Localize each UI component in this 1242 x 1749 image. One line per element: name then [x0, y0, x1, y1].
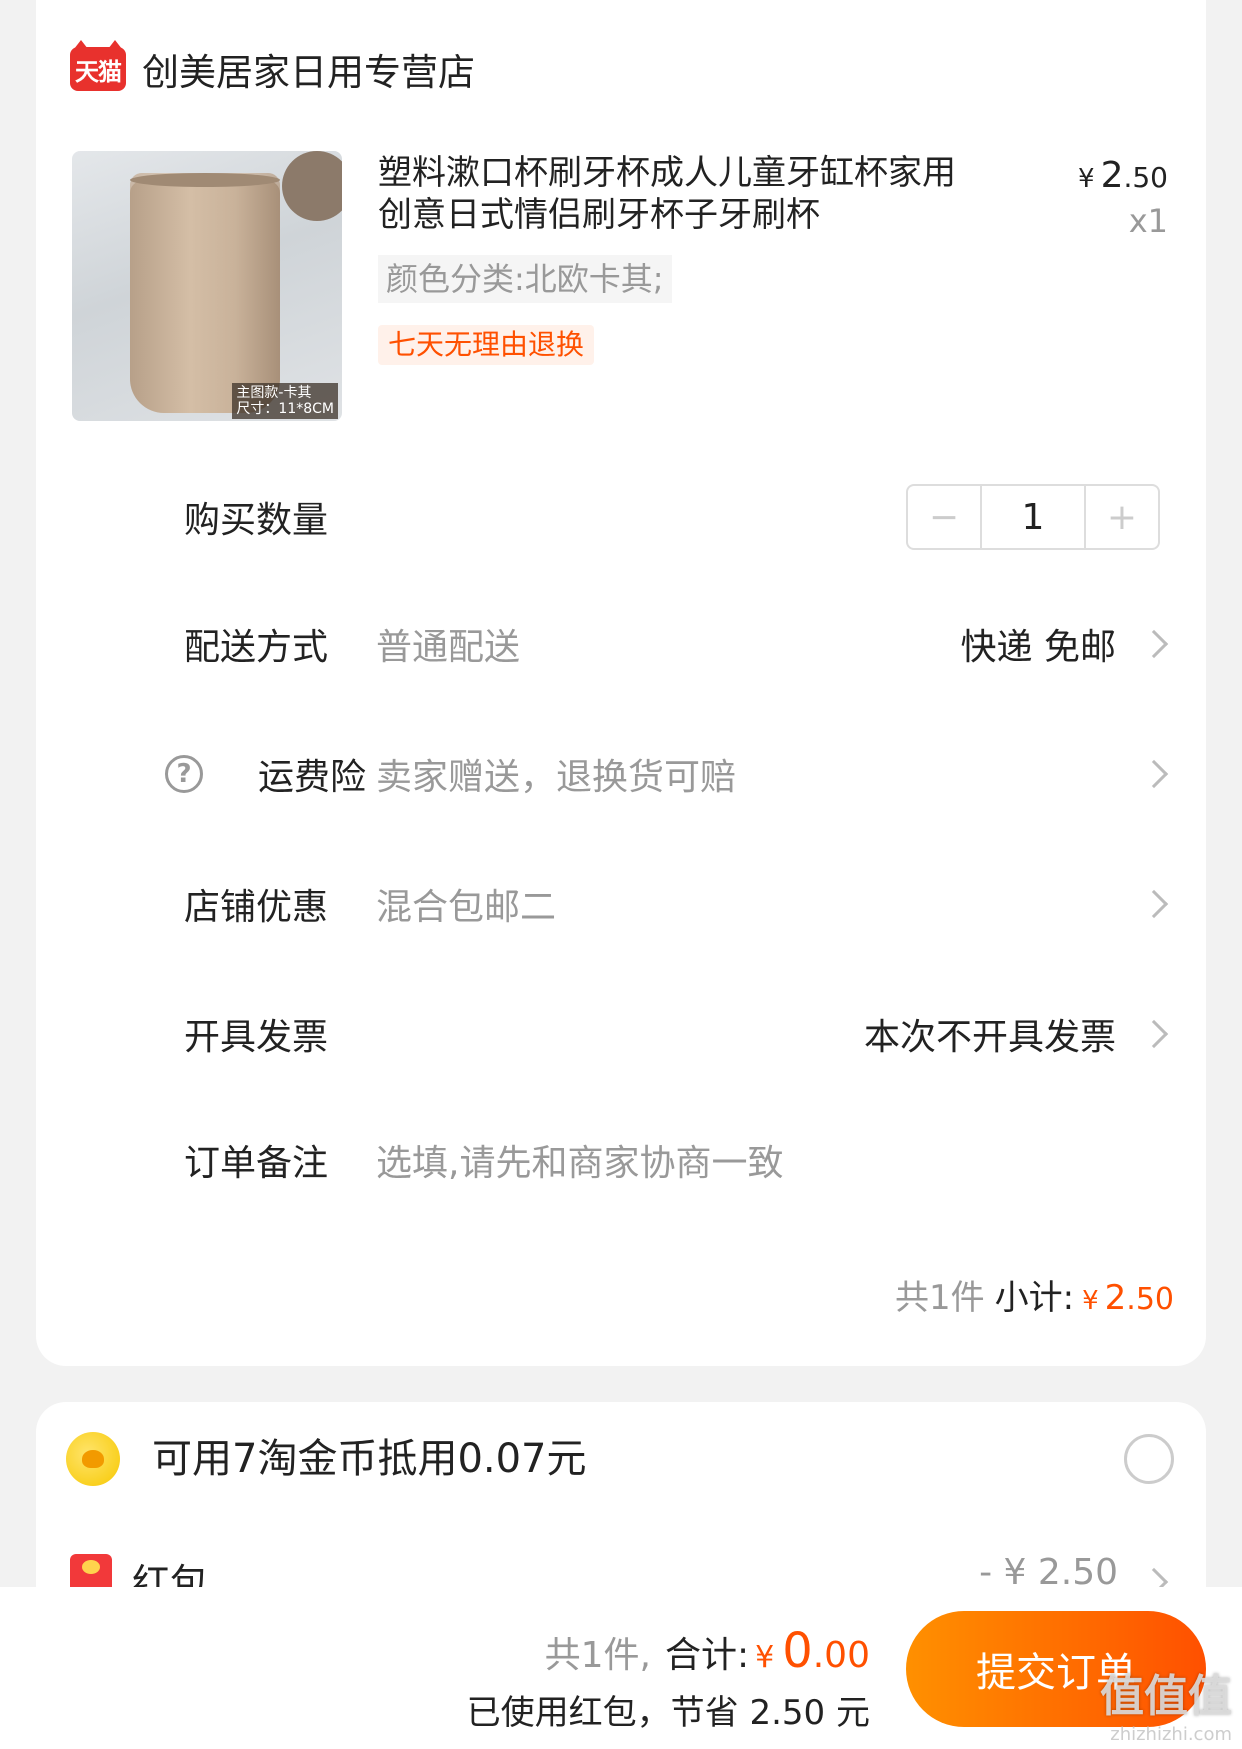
- subtotal: 共1件 小计: ¥2.50: [895, 1270, 1174, 1319]
- image-caption: 主图款-卡其 尺寸：11*8CM: [232, 383, 338, 419]
- product-title[interactable]: 塑料漱口杯刷牙杯成人儿童牙缸杯家用创意日式情侣刷牙杯子牙刷杯: [378, 152, 958, 236]
- delivery-label: 配送方式: [184, 627, 329, 668]
- return-policy-tag: 七天无理由退换: [378, 325, 595, 365]
- delivery-row[interactable]: 配送方式 普通配送 快递 免邮: [36, 614, 1206, 674]
- watermark-url: zhizhizhi.com: [1110, 1724, 1232, 1745]
- cup-illustration: [130, 173, 280, 413]
- product-price: ¥2.50: [1078, 155, 1168, 196]
- decrease-button[interactable]: −: [908, 486, 980, 548]
- tmall-logo-icon: 天猫: [70, 40, 126, 91]
- remark-input[interactable]: 选填,请先和商家协商一致: [376, 1134, 783, 1186]
- total-amount: 0: [782, 1623, 813, 1679]
- order-card: 天猫 创美居家日用专营店 主图款-卡其 尺寸：11*8CM 塑料漱口杯刷牙杯成人…: [36, 0, 1206, 1366]
- chevron-right-icon: [1139, 759, 1169, 789]
- chevron-right-icon: [1139, 629, 1169, 659]
- invoice-label: 开具发票: [184, 1017, 329, 1058]
- subtotal-label: 小计:: [994, 1278, 1075, 1318]
- store-header[interactable]: 天猫 创美居家日用专营店: [70, 40, 475, 96]
- product-image[interactable]: 主图款-卡其 尺寸：11*8CM: [72, 151, 342, 421]
- delivery-method: 快递 免邮: [960, 627, 1116, 668]
- saving-text: 已使用红包，节省 2.50 元: [466, 1693, 870, 1733]
- background-decoration: [282, 151, 342, 221]
- order-remark-row: 订单备注 选填,请先和商家协商一致: [36, 1130, 1206, 1190]
- store-name[interactable]: 创美居家日用专营店: [142, 42, 475, 96]
- product-sku[interactable]: 颜色分类:北欧卡其;: [378, 255, 672, 303]
- increase-button[interactable]: +: [1086, 486, 1158, 548]
- quantity-stepper[interactable]: − 1 +: [906, 484, 1160, 550]
- total-count: 共1件,: [544, 1635, 651, 1676]
- checkout-bar: 共1件, 合计: ¥0.00 已使用红包，节省 2.50 元 提交订单 值值值 zh…: [0, 1587, 1242, 1749]
- promo-label: 店铺优惠: [184, 887, 329, 928]
- quantity-value[interactable]: 1: [980, 486, 1086, 548]
- chevron-right-icon: [1139, 1019, 1169, 1049]
- promo-value: 混合包邮二: [376, 887, 557, 928]
- store-promo-row[interactable]: 店铺优惠 混合包邮二: [36, 874, 1206, 934]
- quantity-label: 购买数量: [184, 500, 329, 541]
- item-count: 共1件: [894, 1278, 985, 1318]
- watermark-logo: 值值值: [1100, 1671, 1232, 1722]
- total-line: 共1件, 合计: ¥0.00: [544, 1623, 870, 1679]
- taojinbi-coin-icon: [66, 1432, 120, 1486]
- subtotal-amount: ¥2.50: [1082, 1278, 1174, 1318]
- delivery-value: 普通配送: [376, 627, 521, 668]
- invoice-value: 本次不开具发票: [863, 1017, 1116, 1058]
- coin-deduction-text: 可用7淘金币抵用0.07元: [152, 1436, 587, 1482]
- remark-label: 订单备注: [184, 1143, 329, 1184]
- watermark: 值值值 zhizhizhi.com: [1100, 1660, 1232, 1745]
- question-icon[interactable]: ?: [165, 755, 203, 793]
- chevron-right-icon: [1139, 889, 1169, 919]
- total-label: 合计:: [664, 1635, 750, 1676]
- insurance-label: 运费险: [258, 757, 367, 798]
- coin-radio[interactable]: [1124, 1434, 1174, 1484]
- shipping-insurance-row[interactable]: ? 运费险 卖家赠送，退换货可赔: [36, 744, 1206, 804]
- product-quantity: x1: [1128, 202, 1168, 240]
- insurance-value: 卖家赠送，退换货可赔: [376, 757, 737, 798]
- invoice-row[interactable]: 开具发票 本次不开具发票: [36, 1004, 1206, 1064]
